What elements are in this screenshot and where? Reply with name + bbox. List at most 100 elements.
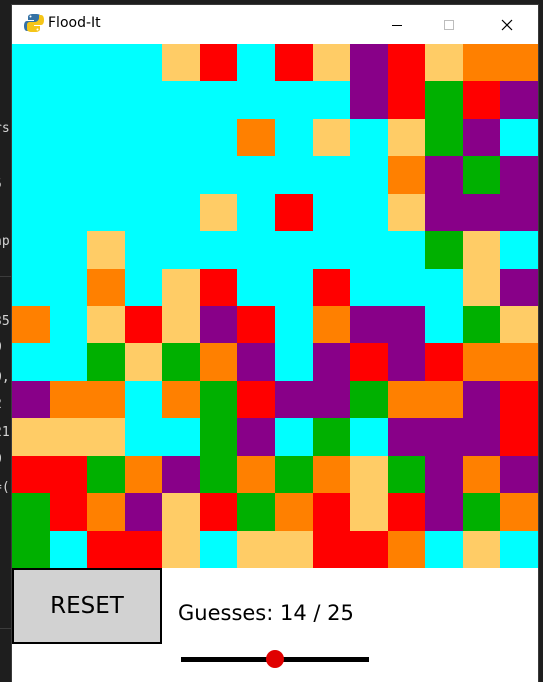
board-cell[interactable] xyxy=(387,380,426,419)
board-cell[interactable] xyxy=(87,44,125,82)
board-cell[interactable] xyxy=(12,193,50,232)
board-cell[interactable] xyxy=(199,455,238,494)
board-cell[interactable] xyxy=(237,305,275,344)
board-cell[interactable] xyxy=(312,118,351,157)
board-cell[interactable] xyxy=(49,455,88,494)
board-cell[interactable] xyxy=(462,231,501,269)
board-cell[interactable] xyxy=(237,193,275,232)
board-cell[interactable] xyxy=(162,530,200,568)
board-cell[interactable] xyxy=(162,455,200,494)
maximize-button[interactable] xyxy=(426,5,472,44)
board-cell[interactable] xyxy=(87,530,125,568)
board-cell[interactable] xyxy=(87,343,125,381)
board-cell[interactable] xyxy=(49,81,88,119)
board-cell[interactable] xyxy=(12,530,50,568)
board-cell[interactable] xyxy=(124,380,163,419)
minimize-button[interactable] xyxy=(374,5,420,44)
board-cell[interactable] xyxy=(462,44,501,82)
board-cell[interactable] xyxy=(12,343,50,381)
board-cell[interactable] xyxy=(425,493,463,531)
board-cell[interactable] xyxy=(87,455,125,494)
board-cell[interactable] xyxy=(237,231,275,269)
board-cell[interactable] xyxy=(275,81,313,119)
board-cell[interactable] xyxy=(462,81,501,119)
board-cell[interactable] xyxy=(500,118,538,157)
board-cell[interactable] xyxy=(275,380,313,419)
board-cell[interactable] xyxy=(87,231,125,269)
board-cell[interactable] xyxy=(425,418,463,456)
board-cell[interactable] xyxy=(237,493,275,531)
board-cell[interactable] xyxy=(425,530,463,568)
board-cell[interactable] xyxy=(350,343,388,381)
board-cell[interactable] xyxy=(275,418,313,456)
board-cell[interactable] xyxy=(462,343,501,381)
board-cell[interactable] xyxy=(162,380,200,419)
board-cell[interactable] xyxy=(350,81,388,119)
board-cell[interactable] xyxy=(49,44,88,82)
board-cell[interactable] xyxy=(425,268,463,306)
board-cell[interactable] xyxy=(387,118,426,157)
title-bar[interactable]: Flood-It xyxy=(12,5,538,44)
board-cell[interactable] xyxy=(124,268,163,306)
board-cell[interactable] xyxy=(387,530,426,568)
board-cell[interactable] xyxy=(387,231,426,269)
board-cell[interactable] xyxy=(350,380,388,419)
board-cell[interactable] xyxy=(124,193,163,232)
board-cell[interactable] xyxy=(425,81,463,119)
board-cell[interactable] xyxy=(425,455,463,494)
board-cell[interactable] xyxy=(312,380,351,419)
board-cell[interactable] xyxy=(500,268,538,306)
board-cell[interactable] xyxy=(425,231,463,269)
board-cell[interactable] xyxy=(237,118,275,157)
board-cell[interactable] xyxy=(462,193,501,232)
board-cell[interactable] xyxy=(462,305,501,344)
board-cell[interactable] xyxy=(312,343,351,381)
board-cell[interactable] xyxy=(12,455,50,494)
board-cell[interactable] xyxy=(49,418,88,456)
board-cell[interactable] xyxy=(275,268,313,306)
board-cell[interactable] xyxy=(312,231,351,269)
board-cell[interactable] xyxy=(350,156,388,194)
board-cell[interactable] xyxy=(275,231,313,269)
board-cell[interactable] xyxy=(87,268,125,306)
board-cell[interactable] xyxy=(49,193,88,232)
board-cell[interactable] xyxy=(49,530,88,568)
board-cell[interactable] xyxy=(12,81,50,119)
board-cell[interactable] xyxy=(12,493,50,531)
board-cell[interactable] xyxy=(350,493,388,531)
board-cell[interactable] xyxy=(49,118,88,157)
board-cell[interactable] xyxy=(87,380,125,419)
board-cell[interactable] xyxy=(275,455,313,494)
board-cell[interactable] xyxy=(387,193,426,232)
board-cell[interactable] xyxy=(425,44,463,82)
board-cell[interactable] xyxy=(275,118,313,157)
board-cell[interactable] xyxy=(237,156,275,194)
board-cell[interactable] xyxy=(350,44,388,82)
board-cell[interactable] xyxy=(500,418,538,456)
board-cell[interactable] xyxy=(12,118,50,157)
board-cell[interactable] xyxy=(124,81,163,119)
board-cell[interactable] xyxy=(162,44,200,82)
board-cell[interactable] xyxy=(387,81,426,119)
board-cell[interactable] xyxy=(387,343,426,381)
board-cell[interactable] xyxy=(199,118,238,157)
board-cell[interactable] xyxy=(162,156,200,194)
board-cell[interactable] xyxy=(124,343,163,381)
board-cell[interactable] xyxy=(87,305,125,344)
board-cell[interactable] xyxy=(124,44,163,82)
board-cell[interactable] xyxy=(237,81,275,119)
board-cell[interactable] xyxy=(462,530,501,568)
board-cell[interactable] xyxy=(12,231,50,269)
board-cell[interactable] xyxy=(87,156,125,194)
board-cell[interactable] xyxy=(312,530,351,568)
board-cell[interactable] xyxy=(275,530,313,568)
board-cell[interactable] xyxy=(162,193,200,232)
board-cell[interactable] xyxy=(425,343,463,381)
board-cell[interactable] xyxy=(312,455,351,494)
board-cell[interactable] xyxy=(49,305,88,344)
board-cell[interactable] xyxy=(425,380,463,419)
board-cell[interactable] xyxy=(237,343,275,381)
board-cell[interactable] xyxy=(462,156,501,194)
board-cell[interactable] xyxy=(237,380,275,419)
board-cell[interactable] xyxy=(387,44,426,82)
